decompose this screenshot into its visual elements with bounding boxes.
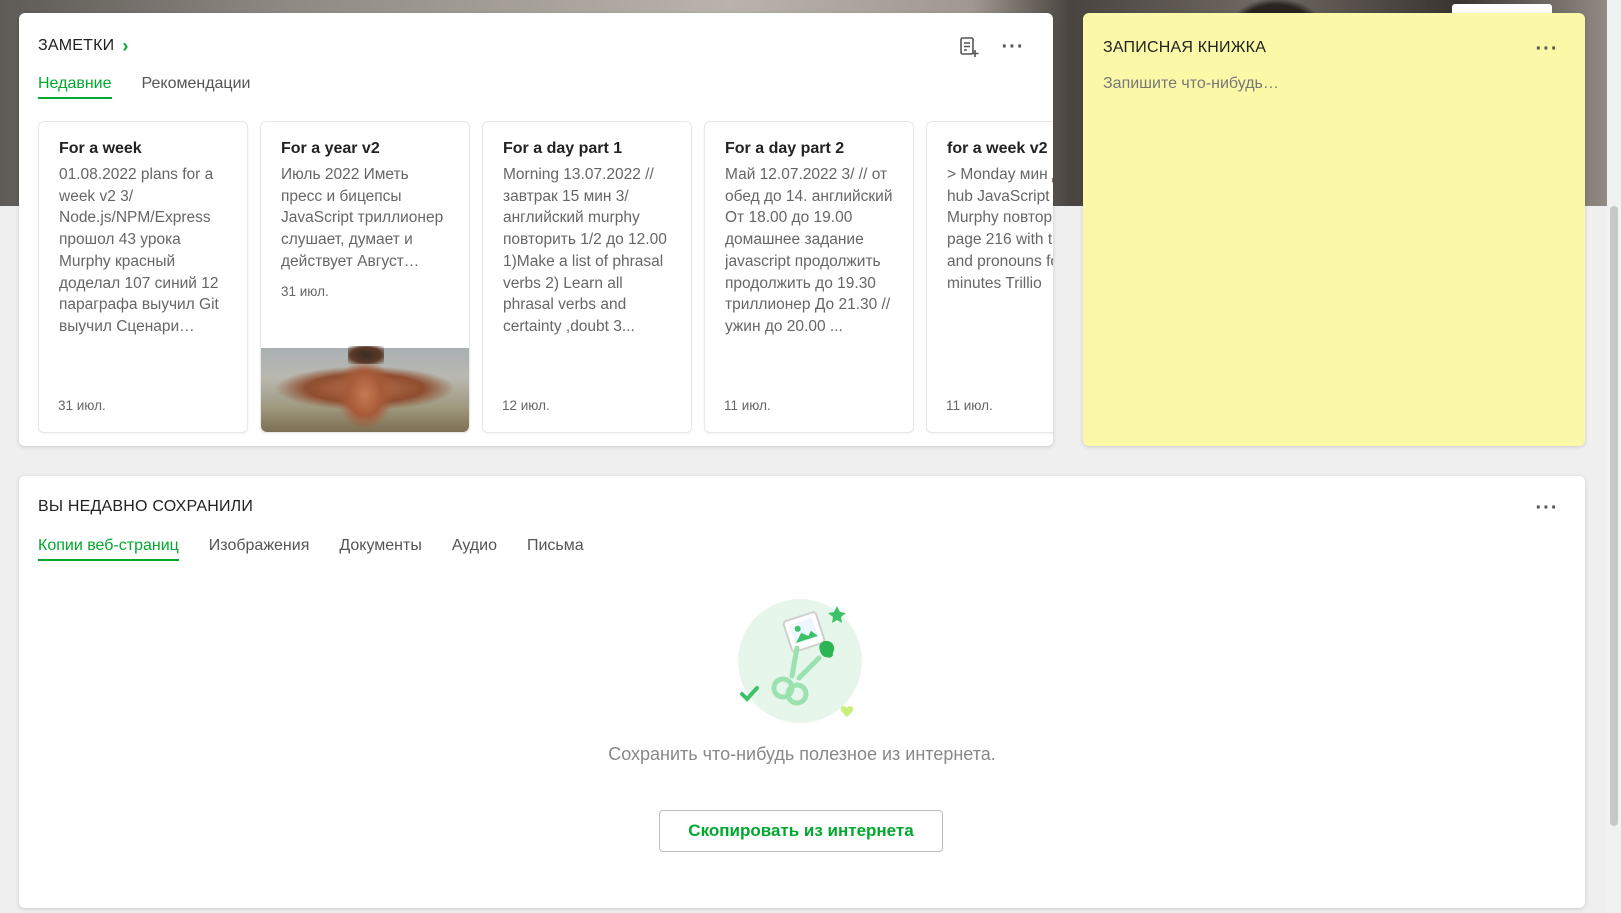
notes-actions: ··· xyxy=(957,35,1025,59)
note-card[interactable]: For a year v2 Июль 2022 Иметь пресс и би… xyxy=(260,121,470,433)
note-thumbnail-image xyxy=(261,346,469,432)
note-snippet: Morning 13.07.2022 // завтрак 15 мин 3/ … xyxy=(503,166,667,335)
note-snippet: Июль 2022 Иметь пресс и бицепсы JavaScri… xyxy=(281,166,444,270)
notes-tabs: Недавние Рекомендации xyxy=(38,75,250,99)
page-scrollbar[interactable] xyxy=(1607,0,1621,913)
note-title: For a year v2 xyxy=(281,140,380,157)
note-date: 31 июл. xyxy=(58,398,106,413)
empty-state-text: Сохранить что-нибудь полезное из интерне… xyxy=(608,744,996,764)
note-card[interactable]: for a week v2 > Monday мин день git hub … xyxy=(926,121,1053,433)
note-snippet: Май 12.07.2022 3/ // от обед до 14. англ… xyxy=(725,166,893,335)
notes-title-link[interactable]: ЗАМЕТКИ › xyxy=(38,37,129,55)
recently-saved-widget: ВЫ НЕДАВНО СОХРАНИЛИ ··· Копии веб-стран… xyxy=(19,476,1585,908)
tab-emails[interactable]: Письма xyxy=(527,537,584,561)
notes-title: ЗАМЕТКИ xyxy=(38,37,115,54)
web-clip-illustration-icon xyxy=(738,599,862,723)
note-title: For a week xyxy=(59,140,142,157)
note-title: For a day part 1 xyxy=(503,140,623,157)
chevron-right-icon: › xyxy=(122,36,129,56)
note-date: 31 июл. xyxy=(281,283,329,299)
note-snippet: 01.08.2022 plans for a week v2 3/ Node.j… xyxy=(59,166,219,335)
scratchpad-title: ЗАПИСНАЯ КНИЖКА xyxy=(1103,39,1267,56)
scrollbar-thumb[interactable] xyxy=(1610,206,1618,826)
saved-tabs: Копии веб-страниц Изображения Документы … xyxy=(38,537,584,561)
new-note-icon[interactable] xyxy=(957,35,981,59)
note-card[interactable]: For a day part 1 Morning 13.07.2022 // з… xyxy=(482,121,692,433)
note-list: For a week 01.08.2022 plans for a week v… xyxy=(38,121,1053,433)
note-date: 11 июл. xyxy=(724,398,771,413)
tab-audio[interactable]: Аудио xyxy=(452,537,497,561)
scratchpad-input[interactable]: Запишите что-нибудь… xyxy=(1103,75,1279,93)
more-options-icon[interactable]: ··· xyxy=(1535,496,1559,520)
note-card[interactable]: For a day part 2 Май 12.07.2022 3/ // от… xyxy=(704,121,914,433)
scratchpad-widget: ЗАПИСНАЯ КНИЖКА ··· Запишите что-нибудь… xyxy=(1083,13,1585,446)
note-date: 12 июл. xyxy=(502,398,550,413)
tab-images[interactable]: Изображения xyxy=(209,537,310,561)
more-options-icon[interactable]: ··· xyxy=(1001,35,1025,59)
note-date: 11 июл. xyxy=(946,398,993,413)
tab-documents[interactable]: Документы xyxy=(339,537,421,561)
home-dashboard: ЗАМЕТКИ › ··· Недавние Рекомендации For … xyxy=(0,0,1621,913)
note-title: For a day part 2 xyxy=(725,140,845,157)
clip-from-web-button[interactable]: Скопировать из интернета xyxy=(659,810,943,852)
notes-widget: ЗАМЕТКИ › ··· Недавние Рекомендации For … xyxy=(19,13,1053,446)
recently-saved-title: ВЫ НЕДАВНО СОХРАНИЛИ xyxy=(38,498,254,515)
note-snippet: > Monday мин день git hub JavaScript по … xyxy=(947,166,1053,292)
note-card[interactable]: For a week 01.08.2022 plans for a week v… xyxy=(38,121,248,433)
more-options-icon[interactable]: ··· xyxy=(1535,37,1559,61)
tab-recommendations[interactable]: Рекомендации xyxy=(142,75,251,99)
note-title: for a week v2 xyxy=(947,140,1048,157)
tab-web-clips[interactable]: Копии веб-страниц xyxy=(38,537,179,561)
tab-recent[interactable]: Недавние xyxy=(38,75,112,99)
